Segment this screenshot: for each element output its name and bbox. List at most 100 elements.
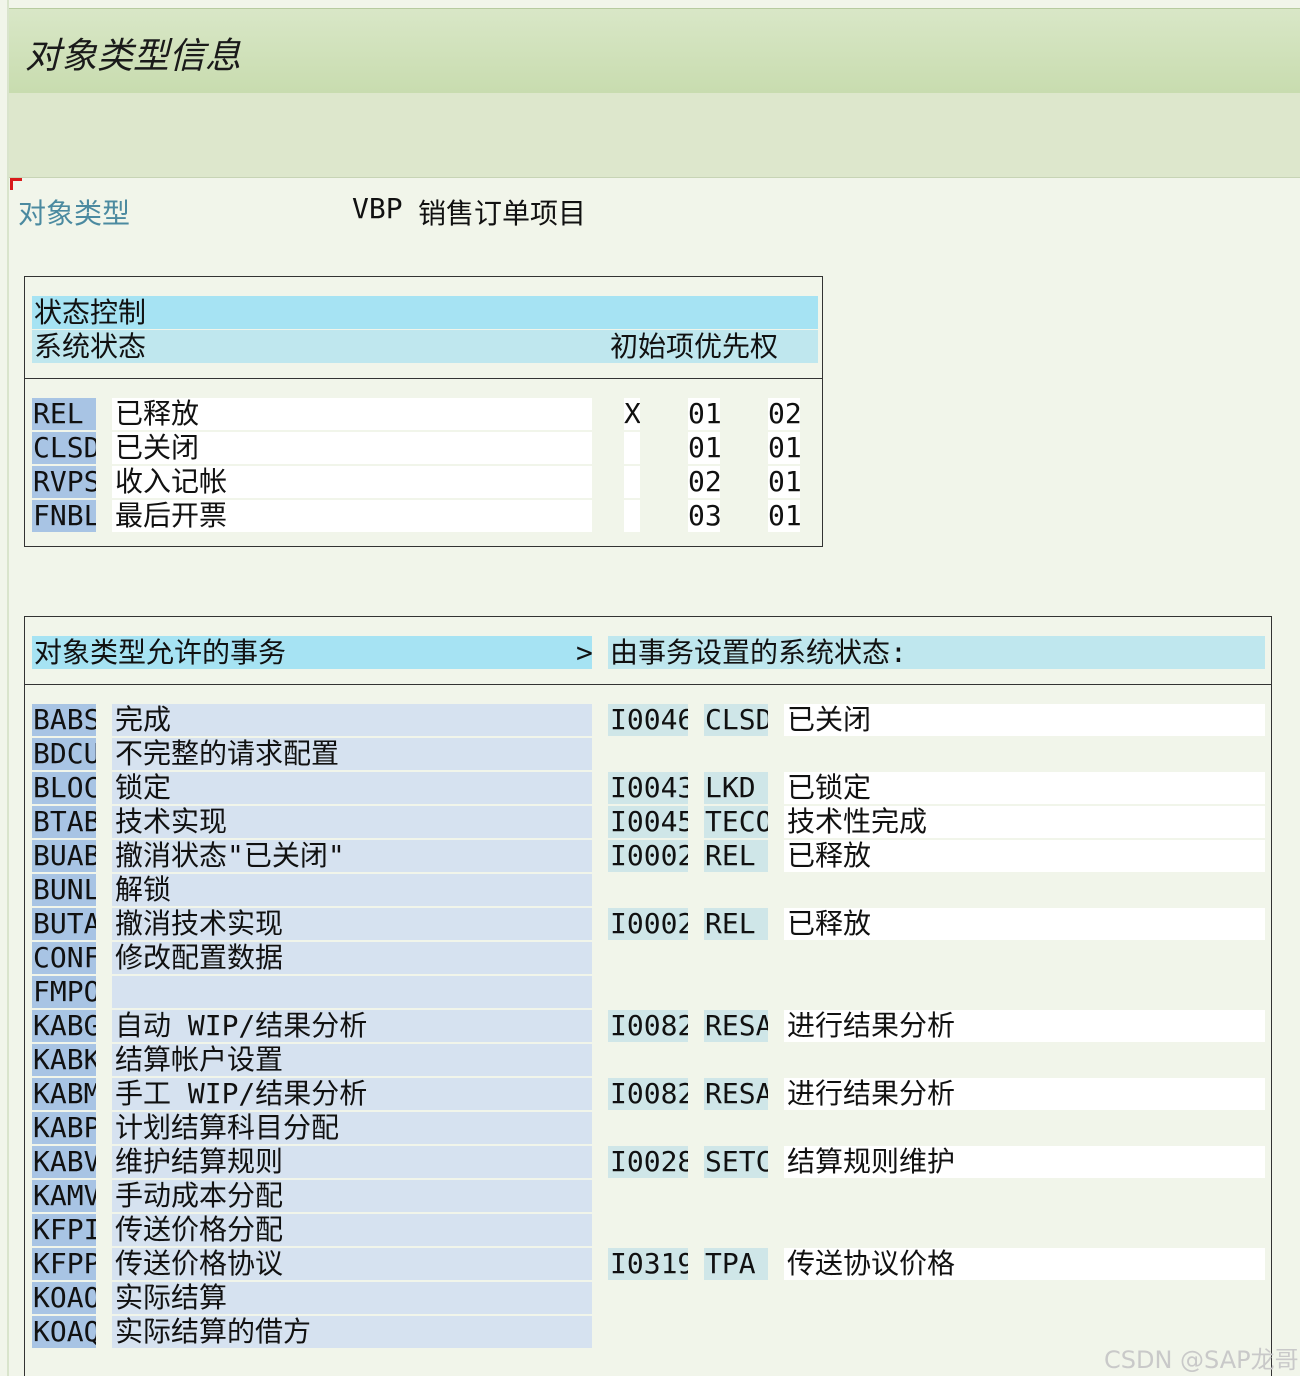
transaction-code[interactable]: BABS <box>32 704 96 736</box>
transaction-text: 锁定 <box>112 772 592 804</box>
transaction-text: 修改配置数据 <box>112 942 592 974</box>
transaction-code[interactable]: BTAB <box>32 806 96 838</box>
status-position: 01 <box>768 432 800 464</box>
set-status-text: 已锁定 <box>784 772 1265 804</box>
transaction-code[interactable]: KABK <box>32 1044 96 1076</box>
status-control-column-header: 系统状态 初始项优先权 <box>32 330 818 363</box>
transaction-text: 手动成本分配 <box>112 1180 592 1212</box>
status-id: I0082 <box>608 1010 688 1042</box>
set-status-code[interactable]: RESA <box>704 1010 768 1042</box>
title-bar: 对象类型信息 <box>9 8 1300 94</box>
transaction-text: 解锁 <box>112 874 592 906</box>
status-id: I0082 <box>608 1078 688 1110</box>
cursor-corner-marker <box>10 178 22 190</box>
transaction-code[interactable]: KAMV <box>32 1180 96 1212</box>
status-control-header: 状态控制 <box>32 296 818 329</box>
transaction-code[interactable]: KFPI <box>32 1214 96 1246</box>
page-title: 对象类型信息 <box>25 36 242 77</box>
transaction-code[interactable]: KOAO <box>32 1282 96 1314</box>
set-status-code[interactable]: SETC <box>704 1146 768 1178</box>
status-position: 02 <box>768 398 800 430</box>
transaction-text: 实际结算 <box>112 1282 592 1314</box>
transaction-text: 撤消状态"已关闭" <box>112 840 592 872</box>
object-type-description: 销售订单项目 <box>418 197 587 230</box>
set-status-text: 传送协议价格 <box>784 1248 1265 1280</box>
transaction-text: 传送价格协议 <box>112 1248 592 1280</box>
set-status-code[interactable]: CLSD <box>704 704 768 736</box>
status-code[interactable]: CLSD <box>32 432 96 464</box>
status-priority: 02 <box>688 466 720 498</box>
watermark: CSDN @SAP龙哥 <box>1104 1346 1299 1374</box>
expand-chevron[interactable]: > <box>576 636 593 669</box>
initial-status-checkbox[interactable] <box>624 500 640 532</box>
transaction-text: 计划结算科目分配 <box>112 1112 592 1144</box>
transaction-code[interactable]: KOAQ <box>32 1316 96 1348</box>
transaction-text: 完成 <box>112 704 592 736</box>
transaction-text: 结算帐户设置 <box>112 1044 592 1076</box>
status-priority: 01 <box>688 432 720 464</box>
status-code[interactable]: REL <box>32 398 96 430</box>
status-id: I0046 <box>608 704 688 736</box>
transaction-text: 维护结算规则 <box>112 1146 592 1178</box>
set-status-code[interactable]: REL <box>704 840 768 872</box>
status-text: 已释放 <box>112 398 592 430</box>
status-id: I0319 <box>608 1248 688 1280</box>
transaction-code[interactable]: BUNL <box>32 874 96 906</box>
set-status-text: 进行结果分析 <box>784 1078 1265 1110</box>
status-id: I0028 <box>608 1146 688 1178</box>
set-status-text: 结算规则维护 <box>784 1146 1265 1178</box>
transaction-text: 手工 WIP/结果分析 <box>112 1078 592 1110</box>
transactions-divider <box>25 684 1271 685</box>
transaction-code[interactable]: KABV <box>32 1146 96 1178</box>
transaction-code[interactable]: CONF <box>32 942 96 974</box>
set-status-code[interactable]: REL <box>704 908 768 940</box>
transaction-code[interactable]: FMPO <box>32 976 96 1008</box>
transaction-text: 撤消技术实现 <box>112 908 592 940</box>
status-text: 已关闭 <box>112 432 592 464</box>
initial-status-checkbox[interactable]: X <box>624 398 640 430</box>
status-id: I0043 <box>608 772 688 804</box>
transaction-code[interactable]: KABM <box>32 1078 96 1110</box>
status-text: 收入记帐 <box>112 466 592 498</box>
status-id: I0002 <box>608 908 688 940</box>
status-position: 01 <box>768 500 800 532</box>
status-position: 01 <box>768 466 800 498</box>
left-border-line <box>7 0 9 1376</box>
status-priority: 03 <box>688 500 720 532</box>
status-priority: 01 <box>688 398 720 430</box>
initial-status-checkbox[interactable] <box>624 466 640 498</box>
initial-status-checkbox[interactable] <box>624 432 640 464</box>
status-code[interactable]: RVPS <box>32 466 96 498</box>
transaction-code[interactable]: KFPP <box>32 1248 96 1280</box>
set-status-text: 已关闭 <box>784 704 1265 736</box>
transaction-text: 不完整的请求配置 <box>112 738 592 770</box>
set-status-text: 已释放 <box>784 908 1265 940</box>
status-control-divider <box>25 378 822 379</box>
transaction-text: 实际结算的借方 <box>112 1316 592 1348</box>
transaction-text: 技术实现 <box>112 806 592 838</box>
status-set-header: 由事务设置的系统状态: <box>608 636 1265 669</box>
set-status-code[interactable]: TPA <box>704 1248 768 1280</box>
set-status-text: 技术性完成 <box>784 806 1265 838</box>
transaction-code[interactable]: KABG <box>32 1010 96 1042</box>
object-type-code: VBP <box>352 192 403 225</box>
transaction-code[interactable]: KABP <box>32 1112 96 1144</box>
set-status-text: 进行结果分析 <box>784 1010 1265 1042</box>
set-status-code[interactable]: TECO <box>704 806 768 838</box>
column-initial-priority: 初始项优先权 <box>610 330 779 363</box>
transaction-code[interactable]: BLOC <box>32 772 96 804</box>
set-status-code[interactable]: RESA <box>704 1078 768 1110</box>
transaction-code[interactable]: BUTA <box>32 908 96 940</box>
set-status-code[interactable]: LKD <box>704 772 768 804</box>
transaction-text <box>112 976 592 1008</box>
application-toolbar <box>9 93 1300 178</box>
status-id: I0002 <box>608 840 688 872</box>
set-status-text: 已释放 <box>784 840 1265 872</box>
transaction-code[interactable]: BUAB <box>32 840 96 872</box>
transactions-header: 对象类型允许的事务 <box>32 636 592 669</box>
transaction-code[interactable]: BDCU <box>32 738 96 770</box>
status-text: 最后开票 <box>112 500 592 532</box>
transaction-text: 自动 WIP/结果分析 <box>112 1010 592 1042</box>
transaction-text: 传送价格分配 <box>112 1214 592 1246</box>
status-code[interactable]: FNBL <box>32 500 96 532</box>
